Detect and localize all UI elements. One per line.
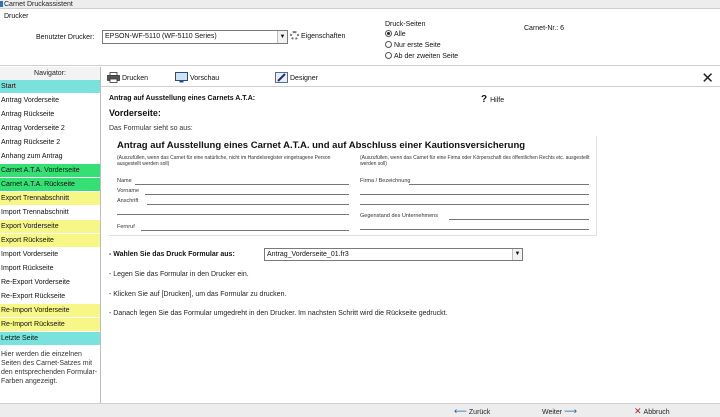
radio-off-icon — [385, 41, 392, 48]
preview-field-name: Name — [117, 178, 132, 184]
window-titlebar: Carnet Druckassistent — [0, 0, 720, 9]
cancel-label: Abbruch — [643, 409, 670, 416]
form-select[interactable]: Antrag_Vorderseite_01.fr3 ▼ — [264, 248, 523, 261]
navigator-item[interactable]: Antrag Rückseite 2 — [0, 136, 100, 150]
window-title: Carnet Druckassistent — [4, 1, 73, 8]
app-icon — [0, 1, 3, 7]
arrow-left-icon: ⟵ — [454, 406, 467, 416]
preview-line — [409, 184, 589, 185]
navigator-item[interactable]: Carnet A.T.A. Vorderseite — [0, 164, 100, 178]
printer-icon — [107, 72, 120, 83]
navigator-item[interactable]: Start — [0, 80, 100, 94]
preview-field-firma: Firma / Bezeichnung — [360, 178, 411, 184]
gear-icon — [290, 31, 299, 40]
navigator-item[interactable]: Export Rückseite — [0, 234, 100, 248]
navigator-help-text: Hier werden die einzelnen Seiten des Car… — [1, 351, 98, 385]
radio-off-icon — [385, 52, 392, 59]
print-pages-label: Druck-Seiten — [385, 21, 426, 28]
pencil-icon — [275, 72, 288, 83]
carnet-number: Carnet-Nr.: 6 — [524, 25, 565, 32]
navigator-item[interactable]: Letzte Seite — [0, 332, 100, 346]
navigator-item[interactable]: Anhang zum Antrag — [0, 150, 100, 164]
preview-button[interactable]: Vorschau — [175, 72, 219, 85]
navigator-item[interactable]: Re-Import Rückseite — [0, 318, 100, 332]
help-icon: ? — [481, 94, 488, 105]
preview-field-fernruf: Fernruf — [117, 224, 135, 230]
radio-on-icon — [385, 30, 392, 37]
radio-from-second-page[interactable]: Ab der zweiten Seite — [385, 52, 458, 61]
navigator-item[interactable]: Antrag Vorderseite 2 — [0, 122, 100, 136]
close-icon[interactable]: ✕ — [701, 71, 714, 86]
preview-note-right: (Auszufüllen, wenn das Carnet für eine F… — [360, 155, 590, 167]
preview-field-vorname: Vorname — [117, 188, 140, 194]
arrow-right-icon: ⟶ — [564, 406, 578, 416]
chevron-down-icon[interactable]: ▼ — [512, 249, 522, 260]
cancel-button[interactable]: ✕ Abbruch — [632, 405, 670, 417]
printer-select[interactable]: EPSON-WF-5110 (WF-5110 Series) ▼ — [102, 30, 288, 44]
navigator-item[interactable]: Re-Export Vorderseite — [0, 276, 100, 290]
preview-note-left: (Auszufüllen, wenn das Carnet für eine n… — [117, 155, 331, 167]
designer-label: Designer — [290, 75, 319, 82]
preview-line — [141, 230, 349, 231]
cancel-icon: ✕ — [634, 406, 642, 416]
properties-label: Eigenschaften — [301, 33, 346, 40]
printer-select-value: EPSON-WF-5110 (WF-5110 Series) — [105, 33, 217, 40]
navigator-item[interactable]: Re-Import Vorderseite — [0, 304, 100, 318]
navigator-item[interactable]: Antrag Rückseite — [0, 108, 100, 122]
navigator-item[interactable]: Import Vorderseite — [0, 248, 100, 262]
preview-line — [360, 204, 589, 205]
printer-settings: Drucker Benutzter Drucker: EPSON-WF-5110… — [0, 10, 720, 66]
print-button[interactable]: Drucken — [107, 72, 148, 85]
preview-line — [147, 204, 349, 205]
radio-first-page[interactable]: Nur erste Seite — [385, 41, 441, 50]
help-link[interactable]: ? Hilfe — [481, 94, 504, 105]
monitor-icon — [175, 72, 188, 83]
help-label: Hilfe — [490, 97, 505, 104]
main-content: Drucken Vorschau Designer ✕ Antrag auf A… — [101, 67, 720, 403]
preview-line — [135, 184, 349, 185]
preview-line — [449, 219, 589, 220]
preview-line — [117, 214, 349, 215]
back-label: Zurück — [468, 409, 491, 416]
navigator-list: Start Antrag Vorderseite Antrag Rückseite A… — [0, 80, 100, 346]
navigator-panel: Navigator: Start Antrag Vorderseite Antrag… — [0, 67, 101, 403]
preview-label: Vorschau — [190, 75, 220, 82]
form-select-value: Antrag_Vorderseite_01.fr3 — [267, 251, 349, 258]
used-printer-label: Benutzter Drucker: — [36, 34, 95, 41]
preview-field-anschrift: Anschrift — [117, 198, 139, 204]
step-insert: - Legen Sie das Formular in den Drucker … — [109, 271, 249, 278]
section-title: Vorderseite: — [109, 108, 161, 118]
navigator-item[interactable]: Antrag Vorderseite — [0, 94, 100, 108]
navigator-item[interactable]: Import Rückseite — [0, 262, 100, 276]
designer-button[interactable]: Designer — [275, 72, 318, 85]
intro-text: Das Formular sieht so aus: — [109, 125, 193, 132]
navigator-item[interactable]: Export Trennabschnitt — [0, 192, 100, 206]
next-button[interactable]: Weiter ⟶ — [542, 405, 579, 417]
preview-field-gegenstand: Gegenstand des Unternehmens — [360, 213, 438, 219]
radio-all-pages[interactable]: Alle — [385, 30, 406, 39]
chevron-down-icon[interactable]: ▼ — [277, 31, 287, 43]
navigator-item[interactable]: Import Trennabschnitt — [0, 206, 100, 220]
toolbar: Drucken Vorschau Designer ✕ — [101, 71, 720, 87]
next-label: Weiter — [542, 409, 563, 416]
print-label: Drucken — [122, 75, 149, 82]
navigator-item[interactable]: Export Vorderseite — [0, 220, 100, 234]
choose-form-label: - Wahlen Sie das Druck Formular aus: — [109, 251, 235, 258]
step-print: - Klicken Sie auf [Drucken], um das Form… — [109, 291, 287, 298]
navigator-item[interactable]: Carnet A.T.A. Rückseite — [0, 178, 100, 192]
navigator-item[interactable]: Re-Export Rückseite — [0, 290, 100, 304]
preview-line — [360, 194, 589, 195]
back-button[interactable]: ⟵ Zurück — [452, 405, 490, 417]
footer-bar: ⟵ Zurück Weiter ⟶ ✕ Abbruch — [0, 403, 720, 417]
printer-section-label: Drucker — [4, 13, 29, 20]
properties-button[interactable]: Eigenschaften — [290, 30, 345, 44]
navigator-title: Navigator: — [0, 67, 100, 80]
preview-title: Antrag auf Ausstellung eines Carnet A.T.… — [117, 140, 526, 151]
form-heading: Antrag auf Ausstellung eines Carnets A.T… — [109, 95, 256, 102]
form-preview: Antrag auf Ausstellung eines Carnet A.T.… — [109, 136, 597, 236]
preview-line — [360, 229, 589, 230]
step-flip: - Danach legen Sie das Formular umgedreh… — [109, 310, 448, 317]
preview-line — [145, 194, 349, 195]
